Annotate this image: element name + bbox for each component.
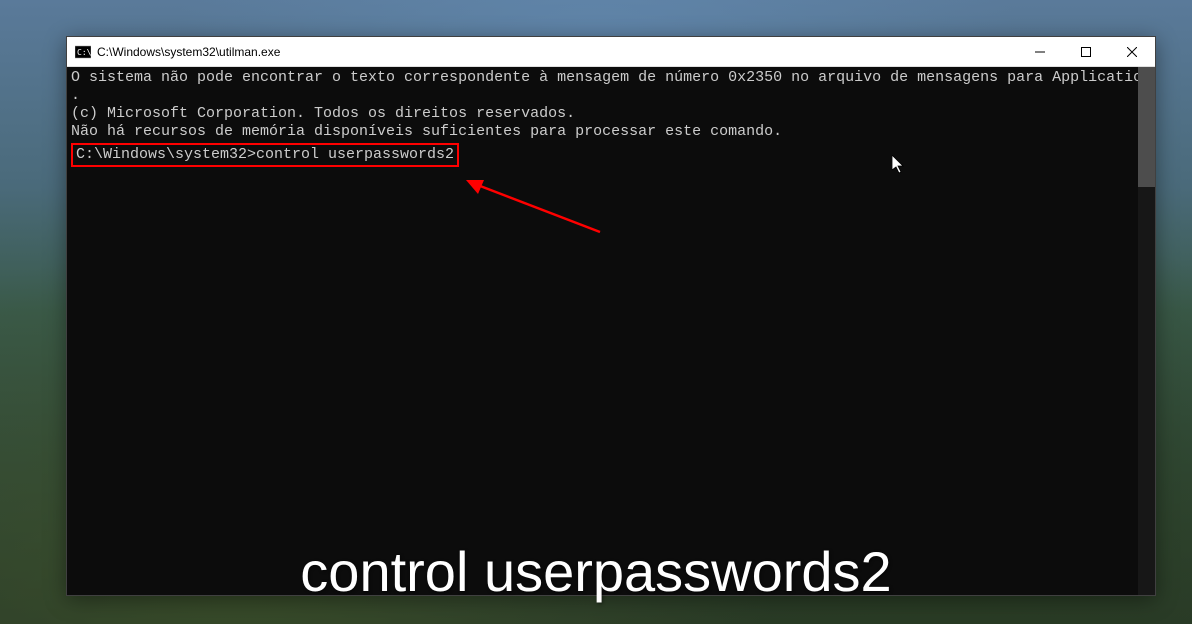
scrollbar-thumb[interactable] [1138,67,1155,187]
console-line: O sistema não pode encontrar o texto cor… [71,69,1151,87]
window-title: C:\Windows\system32\utilman.exe [97,45,1017,59]
console-line: Não há recursos de memória disponíveis s… [71,123,1151,141]
highlighted-command: C:\Windows\system32>control userpassword… [71,143,459,167]
vertical-scrollbar[interactable] [1138,67,1155,595]
caption-text: control userpasswords2 [300,539,891,604]
cmd-icon: C:\ [75,44,91,60]
maximize-button[interactable] [1063,37,1109,66]
command-prompt-window: C:\ C:\Windows\system32\utilman.exe O si… [66,36,1156,596]
console-line: . [71,87,1151,105]
window-controls [1017,37,1155,66]
minimize-button[interactable] [1017,37,1063,66]
console-line: (c) Microsoft Corporation. Todos os dire… [71,105,1151,123]
window-titlebar[interactable]: C:\ C:\Windows\system32\utilman.exe [67,37,1155,67]
typed-command: control userpasswords2 [256,146,454,163]
svg-text:C:\: C:\ [77,48,91,57]
close-button[interactable] [1109,37,1155,66]
prompt-path: C:\Windows\system32> [76,146,256,163]
console-output[interactable]: O sistema não pode encontrar o texto cor… [67,67,1155,595]
